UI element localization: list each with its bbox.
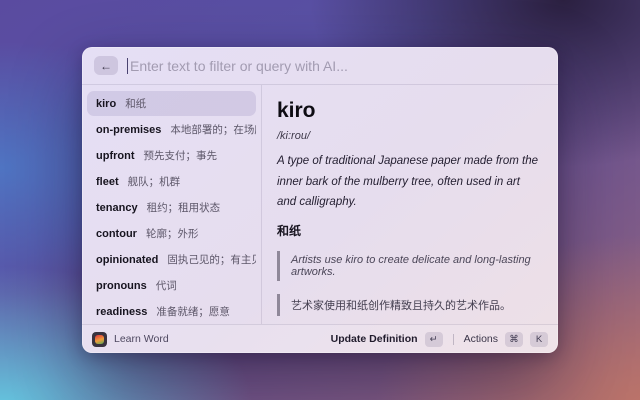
word-translation: 和纸 bbox=[125, 98, 147, 110]
footer-bar: Learn Word Update Definition ↵ Actions ⌘… bbox=[82, 324, 558, 353]
app-icon-glyph bbox=[95, 334, 104, 344]
footer-divider bbox=[452, 333, 454, 345]
word-label: tenancy bbox=[96, 201, 138, 214]
detail-panel: kiro /ki:rou/ A type of traditional Japa… bbox=[262, 85, 558, 324]
k-key-badge: K bbox=[530, 331, 548, 347]
word-label: readiness bbox=[96, 305, 148, 318]
return-key-badge: ↵ bbox=[424, 331, 443, 347]
learn-word-window: ← Enter text to filter or query with AI.… bbox=[82, 47, 558, 353]
learn-word-app-icon bbox=[92, 331, 107, 347]
word-translation: 租约；租用状态 bbox=[146, 202, 221, 214]
translation-heading: 和纸 bbox=[277, 224, 302, 239]
back-arrow-icon: ← bbox=[100, 58, 112, 73]
command-key-badge: ⌘ bbox=[505, 331, 523, 347]
actions-button[interactable]: Actions bbox=[464, 333, 498, 345]
word-translation: 代词 bbox=[155, 280, 177, 292]
list-item[interactable]: tenancy 租约；租用状态 bbox=[87, 195, 256, 220]
word-label: fleet bbox=[96, 175, 119, 188]
word-label: pronouns bbox=[96, 279, 147, 292]
list-item[interactable]: upfront 预先支付；事先 bbox=[87, 143, 256, 168]
search-placeholder: Enter text to filter or query with AI... bbox=[130, 57, 348, 74]
word-translation: 舰队；机群 bbox=[127, 176, 181, 188]
word-translation: 轮廓；外形 bbox=[145, 228, 199, 240]
word-label: opinionated bbox=[96, 253, 159, 266]
search-input[interactable]: Enter text to filter or query with AI... bbox=[127, 47, 546, 84]
word-label: on-premises bbox=[96, 123, 162, 136]
list-item[interactable]: fleet 舰队；机群 bbox=[87, 169, 256, 194]
list-item[interactable]: contour 轮廓；外形 bbox=[87, 221, 256, 246]
word-label: upfront bbox=[96, 149, 135, 162]
word-translation: 本地部署的；在场所内的 bbox=[170, 124, 256, 136]
back-button[interactable]: ← bbox=[94, 56, 118, 75]
example-sentence-en: Artists use kiro to create delicate and … bbox=[277, 251, 542, 282]
word-translation: 固执己见的；有主见的 bbox=[167, 254, 256, 266]
word-translation: 准备就绪；愿意 bbox=[156, 306, 230, 318]
app-name-label: Learn Word bbox=[114, 333, 169, 345]
word-translation: 预先支付；事先 bbox=[143, 150, 217, 162]
list-item[interactable]: readiness 准备就绪；愿意 bbox=[87, 299, 256, 324]
text-caret bbox=[127, 57, 128, 74]
update-definition-button[interactable]: Update Definition bbox=[331, 333, 418, 345]
example-sentence-zh: 艺术家使用和纸创作精致且持久的艺术作品。 bbox=[277, 294, 542, 317]
list-item[interactable]: kiro 和纸 bbox=[87, 91, 256, 116]
list-item[interactable]: on-premises 本地部署的；在场所内的 bbox=[87, 117, 256, 142]
search-bar: ← Enter text to filter or query with AI.… bbox=[82, 47, 558, 85]
word-list: kiro 和纸 on-premises 本地部署的；在场所内的 upfront … bbox=[82, 85, 262, 324]
phonetic: /ki:rou/ bbox=[277, 130, 311, 142]
word-label: contour bbox=[96, 227, 137, 240]
desktop: { "search": { "back_icon": "←", "placeho… bbox=[0, 0, 640, 400]
word-title: kiro bbox=[277, 99, 316, 122]
word-label: kiro bbox=[96, 97, 117, 110]
list-item[interactable]: opinionated 固执己见的；有主见的 bbox=[87, 247, 256, 272]
list-item[interactable]: pronouns 代词 bbox=[87, 273, 256, 298]
definition-text: A type of traditional Japanese paper mad… bbox=[277, 155, 539, 209]
app-body: kiro 和纸 on-premises 本地部署的；在场所内的 upfront … bbox=[82, 85, 558, 324]
